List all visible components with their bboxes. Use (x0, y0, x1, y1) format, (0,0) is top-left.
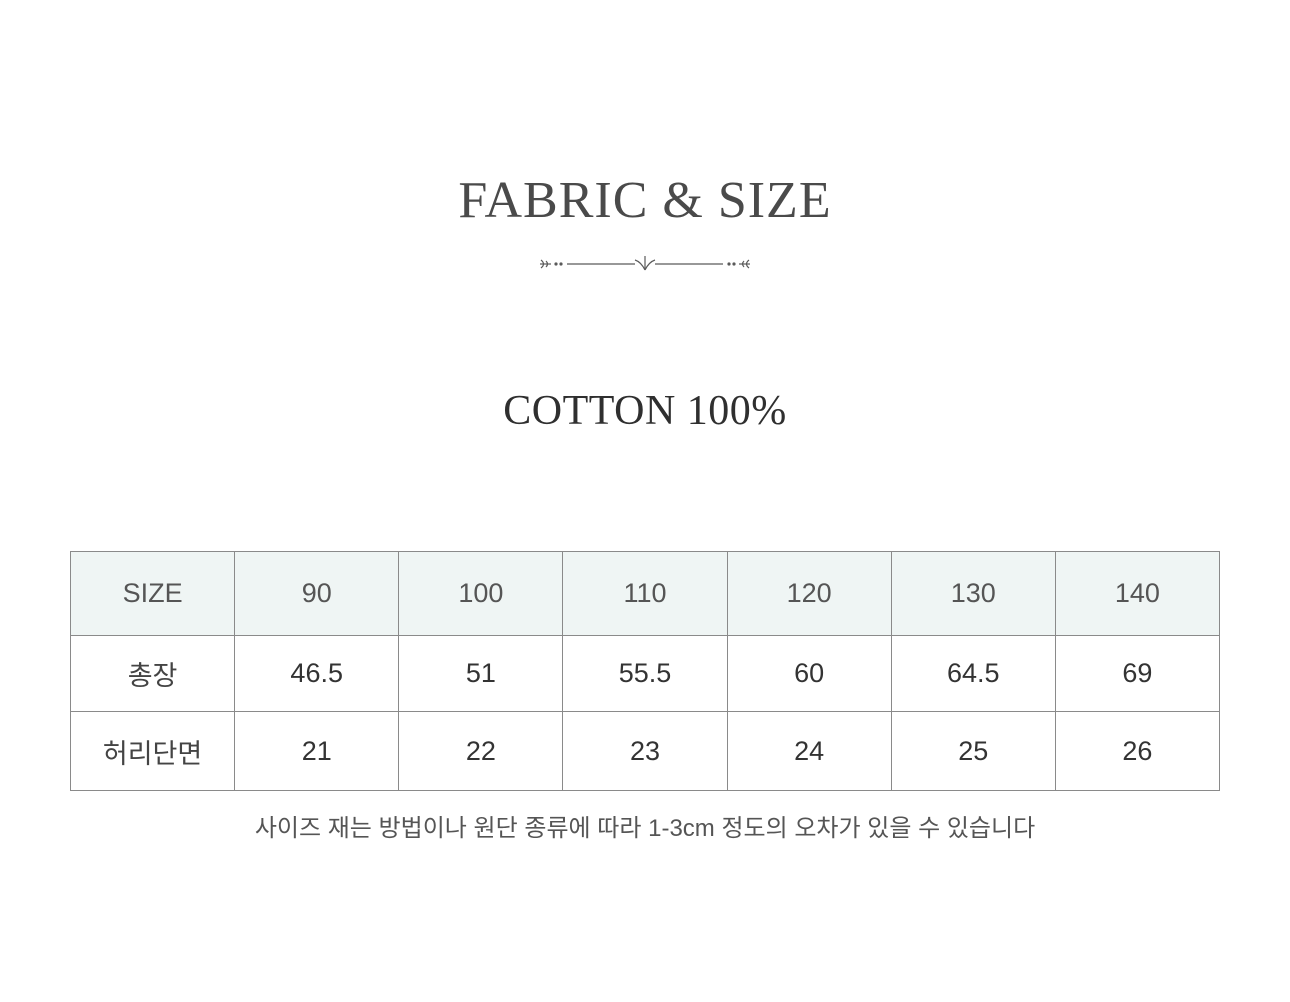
table-cell: 24 (726, 711, 892, 791)
size-header-cell: 100 (398, 551, 564, 636)
size-header-label: SIZE (69, 551, 236, 636)
table-cell: 60 (726, 635, 892, 712)
page-title: FABRIC & SIZE (458, 172, 832, 229)
size-header-cell: 90 (234, 551, 400, 636)
size-disclaimer-note: 사이즈 재는 방법이나 원단 종류에 따라 1-3cm 정도의 오차가 있을 수… (254, 815, 1036, 842)
row-label-total-length: 총장 (69, 635, 236, 712)
table-cell: 26 (1054, 711, 1221, 791)
fabric-composition: COTTON 100% (503, 388, 787, 434)
table-cell: 25 (890, 711, 1056, 791)
table-cell: 22 (398, 711, 564, 791)
table-cell: 51 (398, 635, 564, 712)
flourish-divider-icon (540, 256, 750, 271)
row-label-waist: 허리단면 (69, 711, 236, 791)
table-cell: 21 (234, 711, 400, 791)
table-cell: 69 (1054, 635, 1221, 712)
table-cell: 55.5 (562, 635, 728, 712)
size-table: SIZE 90 100 110 120 130 140 총장 46.5 51 5… (69, 551, 1221, 791)
table-cell: 64.5 (890, 635, 1056, 712)
table-cell: 23 (562, 711, 728, 791)
size-header-cell: 140 (1054, 551, 1221, 636)
size-header-cell: 130 (890, 551, 1056, 636)
table-header-row: SIZE 90 100 110 120 130 140 (69, 551, 1221, 636)
size-header-cell: 110 (562, 551, 728, 636)
table-row: 허리단면 21 22 23 24 25 26 (69, 711, 1221, 791)
table-cell: 46.5 (234, 635, 400, 712)
size-header-cell: 120 (726, 551, 892, 636)
table-row: 총장 46.5 51 55.5 60 64.5 69 (69, 635, 1221, 712)
